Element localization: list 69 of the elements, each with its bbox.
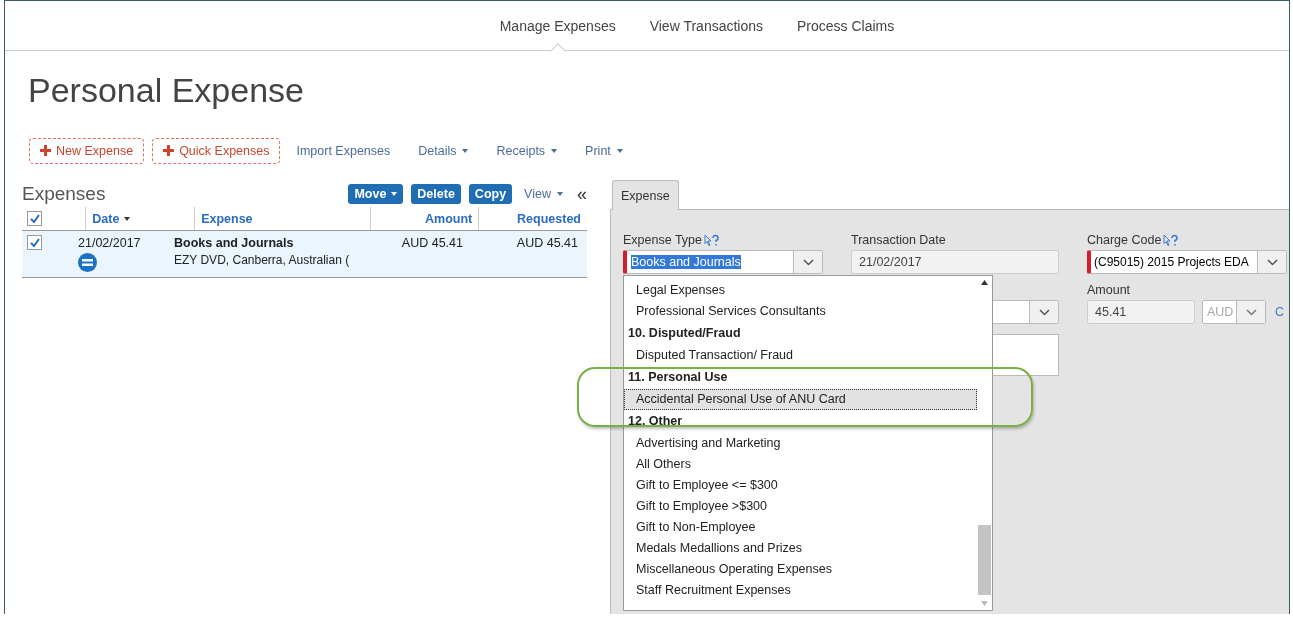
nav-tab[interactable]: Process Claims — [797, 1, 895, 50]
expense-description: EZY DVD, Canberra, Australian ( — [174, 253, 351, 267]
action-button[interactable]: Delete — [411, 184, 461, 204]
dropdown-option[interactable]: Gift to Non-Employee — [624, 517, 977, 538]
scrollbar-thumb[interactable] — [978, 525, 991, 595]
add-button[interactable]: Quick Expenses — [152, 137, 281, 164]
requested-cell: AUD 45.41 — [516, 236, 578, 250]
status-icon — [78, 253, 97, 272]
dropdown-option[interactable]: Accidental Personal Use of ANU Card — [624, 389, 977, 410]
dropdown-option[interactable]: Disputed Transaction/ Fraud — [624, 345, 977, 366]
scroll-up-icon[interactable] — [981, 280, 988, 285]
dropdown-option[interactable]: Miscellaneous Operating Expenses — [624, 559, 977, 580]
dropdown-option[interactable]: Legal Expenses — [624, 280, 977, 301]
expense-row[interactable]: 21/02/2017 Books and Journals EZY DVD, Canberra, Australian ( AUD 45.41 AUD 45.41 — [22, 231, 587, 278]
date-field[interactable]: 21/02/2017 — [851, 250, 1059, 274]
caret-icon — [551, 148, 558, 153]
field-label: Transaction Date — [851, 233, 946, 247]
dropdown-option[interactable]: Professional Services Consultants — [624, 301, 977, 322]
scroll-down-icon[interactable] — [981, 601, 988, 606]
view-menu[interactable]: View — [524, 187, 563, 201]
plus-icon — [40, 145, 51, 156]
collapse-button[interactable]: « — [577, 183, 587, 205]
date-cell: 21/02/2017 — [78, 236, 141, 250]
form-tab[interactable]: Expense — [612, 180, 679, 210]
toolbar-menu[interactable]: Print — [585, 143, 623, 158]
field-label: Amount — [1087, 283, 1131, 297]
toolbar-menu[interactable]: Details — [418, 143, 469, 158]
sort-icon — [124, 216, 131, 221]
column-header[interactable]: Amount — [425, 211, 473, 226]
field-label: Expense Type — [623, 233, 702, 247]
page-title: Personal Expense — [28, 71, 305, 111]
action-button[interactable]: Copy — [468, 184, 513, 204]
amount-cell: AUD 45.41 — [401, 236, 463, 250]
column-header[interactable]: Requested — [517, 211, 581, 226]
column-header[interactable]: Expense — [201, 211, 253, 226]
amount-field[interactable]: 45.41 — [1087, 300, 1195, 324]
field-label: Charge Code — [1087, 233, 1162, 247]
group-heading: 11. Personal Use — [627, 369, 729, 386]
group-heading: 10. Disputed/Fraud — [627, 325, 742, 342]
add-button[interactable]: New Expense — [29, 137, 145, 164]
chevron-icon — [1038, 308, 1050, 316]
expense-type-select[interactable]: Books and Journals — [623, 250, 823, 274]
help-icon[interactable] — [704, 233, 720, 247]
dropdown-option[interactable]: Medals Medallions and Prizes — [624, 538, 977, 559]
dropdown-option[interactable]: Gift to Employee >$300 — [624, 496, 977, 517]
group-heading: 12. Other — [627, 413, 684, 430]
panel-title: Expenses — [22, 183, 106, 205]
column-header[interactable]: Date — [92, 211, 120, 226]
expense-type: Books and Journals — [174, 236, 295, 250]
help-icon[interactable] — [1163, 233, 1180, 247]
nav-tab[interactable]: View Transactions — [649, 1, 764, 50]
plus-icon — [163, 145, 175, 156]
toolbar-link[interactable]: Import Expenses — [296, 143, 391, 158]
charge-code-select[interactable]: (C95015) 2015 Projects EDA — [1087, 250, 1287, 274]
chevron-icon — [802, 258, 814, 266]
caret-icon — [616, 148, 623, 153]
toolbar-menu[interactable]: Receipts — [496, 143, 558, 158]
dropdown-option[interactable]: Staff Recruitment Expenses — [624, 580, 977, 601]
row-checkbox[interactable] — [27, 235, 42, 250]
caret-icon — [391, 192, 398, 196]
caret-icon — [557, 192, 563, 196]
dropdown-option[interactable]: Advertising and Marketing — [624, 433, 977, 454]
action-button[interactable]: Move — [348, 184, 404, 204]
chevron-icon — [1266, 258, 1278, 266]
select-all-checkbox[interactable] — [27, 211, 42, 226]
dropdown-option[interactable]: All Others — [624, 454, 977, 475]
chevron-icon — [1245, 308, 1257, 316]
caret-icon — [462, 148, 469, 153]
dropdown-option[interactable]: Gift to Employee <= $300 — [624, 475, 977, 496]
